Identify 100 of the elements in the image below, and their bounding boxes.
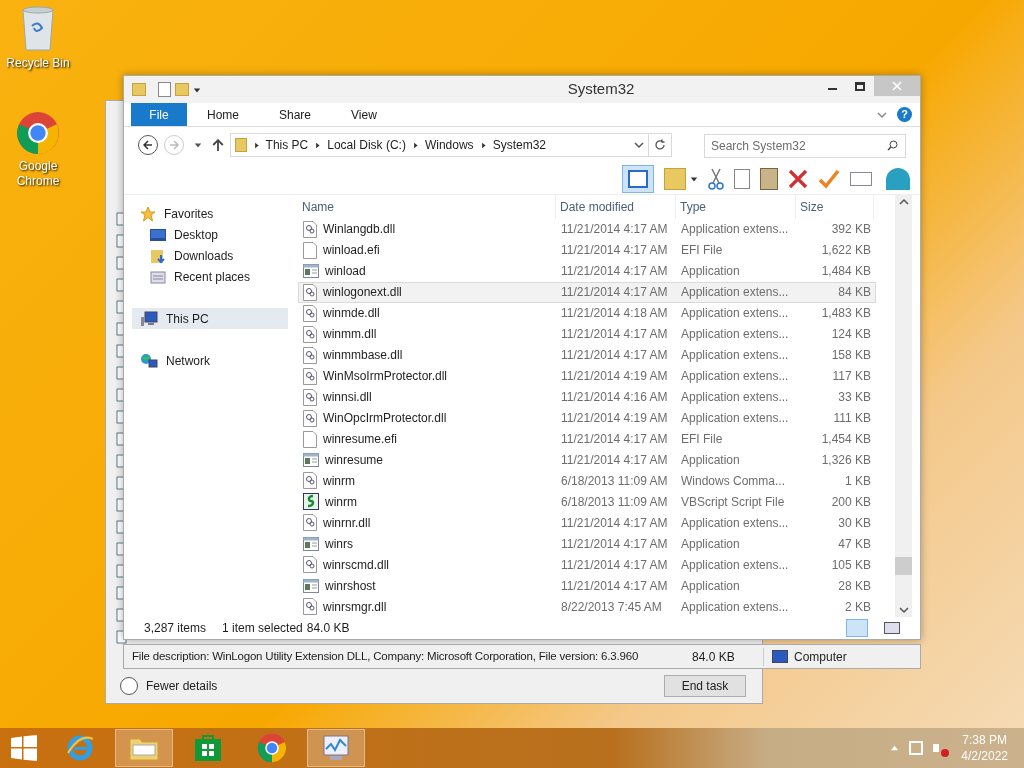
navigation-item[interactable]: Network [132, 350, 288, 371]
type-cell-text: Application extens... [680, 410, 790, 428]
fewer-details-link[interactable]: Fewer details [146, 677, 218, 695]
navigation-item[interactable]: This PC [132, 308, 288, 329]
type-cell-text: Application extens... [680, 598, 790, 616]
expand-ribbon-icon[interactable] [877, 109, 887, 120]
gear-file-icon [303, 409, 317, 427]
gear-file-icon [303, 472, 317, 490]
delete-x-icon[interactable] [788, 168, 808, 189]
file-row[interactable]: winrsmgr.dll 8/22/2013 7:45 AM Application extens... 2 KB [298, 596, 876, 618]
windows-logo-icon [11, 735, 37, 761]
size-cell-text: 111 KB [832, 410, 872, 428]
file-name: WinMsoIrmProtector.dll [323, 368, 448, 386]
size-cell-text: 117 KB [831, 368, 872, 386]
date-modified-cell-text: 11/21/2014 4:17 AM [560, 284, 669, 302]
dropdown-caret-icon[interactable] [690, 174, 698, 183]
address-bar[interactable]: This PC Local Disk (C:) Windows System32 [229, 133, 649, 157]
large-icons-view-icon[interactable] [884, 622, 900, 634]
column-header[interactable]: Name [298, 195, 556, 219]
file-row[interactable]: winmde.dll 11/21/2014 4:18 AM Application extens... 1,483 KB [298, 302, 876, 324]
refresh-button[interactable] [648, 133, 673, 157]
address-dropdown-icon[interactable] [633, 140, 644, 150]
ribbon-tab[interactable]: File [131, 103, 187, 126]
file-row[interactable]: winrm 6/18/2013 11:09 AM Windows Comma... 1 KB [298, 470, 876, 492]
date-modified-cell-text: 11/21/2014 4:19 AM [560, 368, 669, 386]
chevron-right-icon[interactable] [252, 141, 260, 149]
type-cell-text: EFI File [680, 242, 724, 260]
help-button[interactable]: ? [897, 107, 912, 122]
file-row[interactable]: winresume 11/21/2014 4:17 AM Application 1,326 KB [298, 449, 876, 471]
chevron-right-icon[interactable] [479, 141, 487, 149]
file-row[interactable]: winresume.efi 11/21/2014 4:17 AM EFI File 1,454 KB [298, 428, 876, 450]
folder-icon [132, 83, 146, 96]
search-field[interactable]: Search System32 [704, 133, 906, 158]
close-icon [892, 81, 902, 91]
taskbar-app[interactable] [307, 729, 365, 767]
column-header[interactable]: Date modified [556, 195, 676, 219]
size-cell-text: 105 KB [830, 556, 872, 574]
file-row[interactable]: winmmbase.dll 11/21/2014 4:17 AM Application extens... 158 KB [298, 344, 876, 366]
browser-e-icon [65, 733, 95, 763]
breadcrumb-item[interactable]: Windows [424, 136, 474, 154]
file-row[interactable]: winrm 6/18/2013 11:09 AM VBScript Script File 200 KB [298, 491, 876, 513]
breadcrumb-item[interactable]: System32 [492, 136, 546, 154]
scissors-icon[interactable] [708, 167, 724, 190]
type-cell-text: Application extens... [680, 284, 790, 302]
breadcrumb-item[interactable]: Local Disk (C:) [327, 136, 406, 154]
file-row[interactable]: winload 11/21/2014 4:17 AM Application 1,484 KB [298, 260, 876, 282]
type-cell-text: Application [680, 577, 741, 595]
file-row[interactable]: winrnr.dll 11/21/2014 4:17 AM Application extens... 30 KB [298, 512, 876, 534]
file-row[interactable]: winrscmd.dll 11/21/2014 4:17 AM Application extens... 105 KB [298, 554, 876, 576]
preview-pane-icon[interactable] [622, 164, 654, 193]
file-row[interactable]: winmm.dll 11/21/2014 4:17 AM Application extens... 124 KB [298, 323, 876, 345]
up-arrow-icon[interactable] [211, 139, 224, 151]
chevron-right-icon[interactable] [411, 141, 419, 149]
scrollbar-thumb[interactable] [895, 557, 912, 575]
folder-download-icon [150, 247, 166, 264]
file-name: winlogonext.dll [323, 284, 402, 302]
checkmark-icon[interactable] [818, 168, 840, 189]
ribbon-tab[interactable]: Share [259, 103, 332, 126]
navigation-item[interactable]: Downloads [142, 245, 288, 266]
chevron-right-icon[interactable] [314, 141, 322, 149]
size-cell-text: 1,326 KB [820, 451, 872, 469]
ribbon-tab[interactable]: Home [187, 103, 259, 126]
size-cell-text: 1,484 KB [820, 263, 872, 281]
file-name: winrm [323, 472, 355, 490]
file-name: Winlangdb.dll [323, 221, 396, 239]
file-name: winload [325, 263, 366, 281]
end-task-button[interactable]: End task [664, 675, 746, 697]
window-title: System32 [566, 79, 636, 100]
file-row[interactable]: winrs 11/21/2014 4:17 AM Application 47 KB [298, 533, 876, 555]
speaker-muted-icon[interactable] [933, 741, 946, 755]
type-cell-text: Application extens... [680, 305, 790, 323]
type-cell-text: Application [680, 451, 741, 469]
recycle-bin-icon [20, 6, 56, 52]
recent-locations-caret-icon[interactable] [193, 141, 202, 149]
breadcrumb-item[interactable]: This PC [265, 136, 309, 154]
file-row[interactable]: WinOpcIrmProtector.dll 11/21/2014 4:19 AM Application extens... 111 KB [298, 407, 876, 429]
column-header[interactable]: Size [796, 195, 874, 219]
ribbon-tab[interactable]: View [331, 103, 397, 126]
file-size: 84.0 KB [688, 647, 764, 666]
size-cell-text: 200 KB [830, 493, 872, 511]
date-modified-cell-text: 8/22/2013 7:45 AM [560, 598, 663, 616]
file-row[interactable]: Winlangdb.dll 11/21/2014 4:17 AM Application extens... 392 KB [298, 219, 876, 240]
file-row[interactable]: winrshost 11/21/2014 4:17 AM Application 28 KB [298, 575, 876, 597]
vertical-scrollbar[interactable] [895, 195, 912, 617]
date-modified-cell-text: 11/21/2014 4:17 AM [560, 242, 669, 260]
taskbar-app[interactable] [115, 729, 173, 767]
file-row[interactable]: WinMsoIrmProtector.dll 11/21/2014 4:19 AM Application extens... 117 KB [298, 365, 876, 387]
file-row[interactable]: winlogonext.dll 11/21/2014 4:17 AM Application extens... 84 KB [298, 281, 876, 303]
file-name: winnsi.dll [323, 389, 372, 407]
gear-file-icon [303, 220, 317, 238]
gear-file-icon [303, 325, 317, 343]
dropdown-caret-icon[interactable] [193, 85, 201, 94]
file-row[interactable]: winnsi.dll 11/21/2014 4:16 AM Application extens... 33 KB [298, 386, 876, 408]
date-modified-cell-text: 11/21/2014 4:17 AM [560, 514, 669, 532]
navigation-item[interactable]: Favorites [132, 203, 288, 224]
type-cell-text: Application extens... [680, 221, 790, 239]
navigation-item[interactable]: Desktop [142, 224, 288, 245]
column-header[interactable]: Type [676, 195, 796, 219]
file-row[interactable]: winload.efi 11/21/2014 4:17 AM EFI File 1,622 KB [298, 239, 876, 261]
navigation-item[interactable]: Recent places [142, 266, 288, 287]
